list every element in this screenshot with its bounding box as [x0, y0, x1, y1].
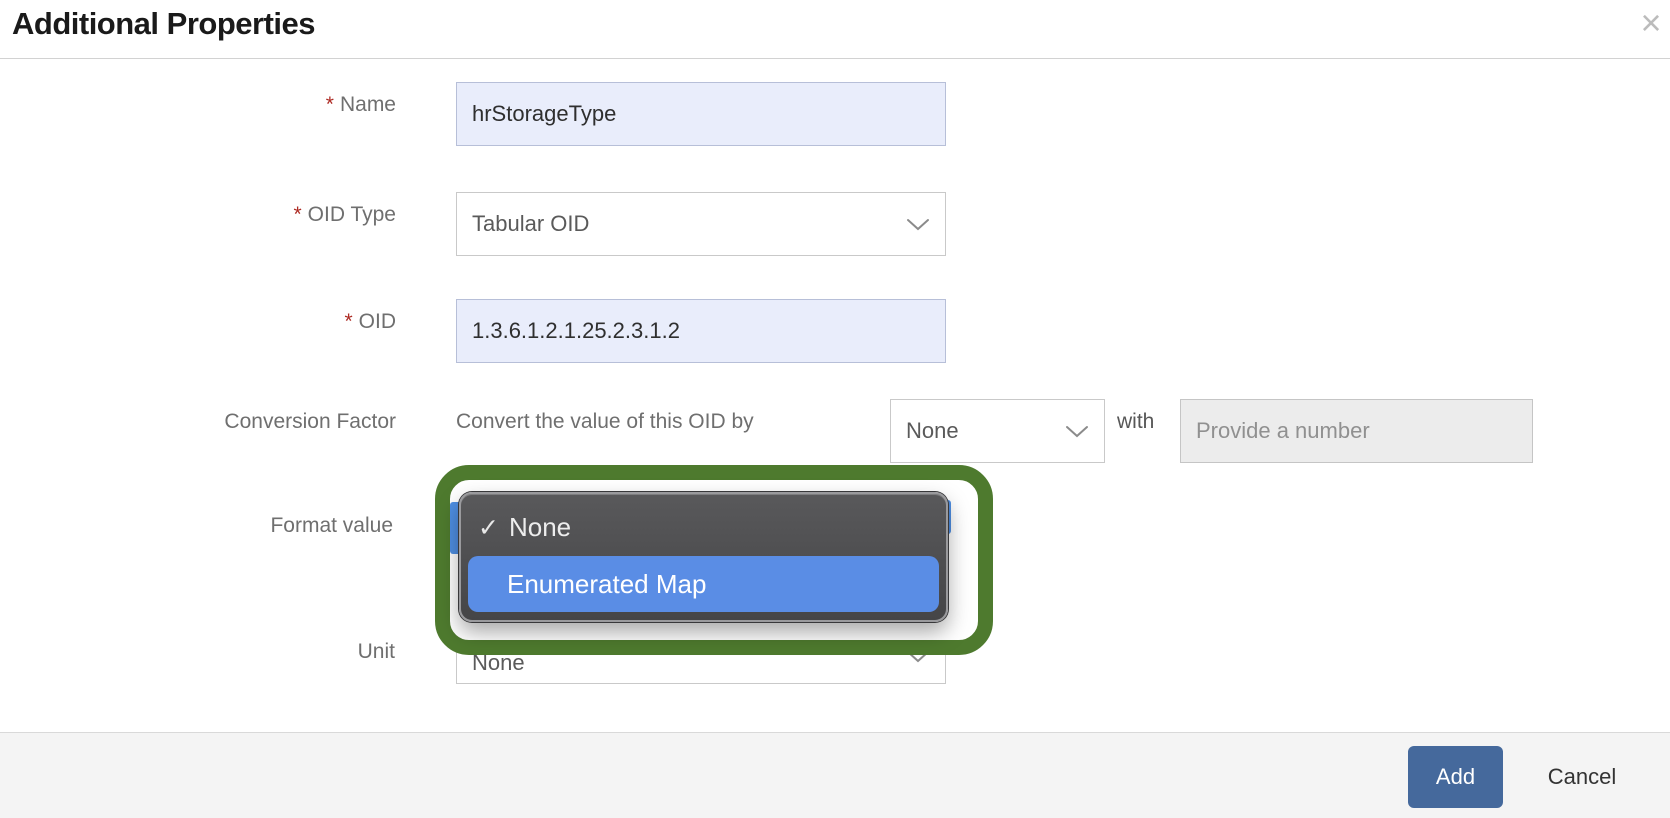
close-icon: × [1640, 2, 1662, 43]
add-button[interactable]: Add [1408, 746, 1503, 808]
conversion-helper-text: Convert the value of this OID by [456, 410, 754, 433]
dropdown-option-label: None [508, 512, 572, 542]
format-value-dropdown-popup: ✓ None Enumerated Map [459, 492, 948, 622]
conversion-number-input[interactable] [1180, 399, 1533, 463]
oid-type-label: * OID Type [293, 203, 396, 226]
oid-label: * OID [344, 310, 396, 333]
footer-divider [0, 732, 1670, 733]
required-marker: * [344, 310, 353, 333]
page-title: Additional Properties [12, 6, 315, 41]
required-marker: * [325, 93, 334, 116]
chevron-down-icon [906, 211, 930, 237]
check-icon: ✓ [478, 513, 499, 542]
unit-label: Unit [357, 640, 395, 663]
required-marker: * [293, 203, 302, 226]
header-divider [0, 58, 1670, 59]
conversion-factor-label: Conversion Factor [224, 410, 396, 433]
name-label: * Name [325, 93, 396, 116]
name-input[interactable] [456, 82, 946, 146]
dropdown-option-none[interactable]: ✓ None [461, 499, 946, 556]
with-label: with [1117, 410, 1155, 433]
conversion-operation-value: None [906, 418, 959, 443]
oid-input[interactable] [456, 299, 946, 363]
close-button[interactable]: × [1630, 2, 1670, 44]
chevron-down-icon [1065, 418, 1089, 444]
oid-type-select-value: Tabular OID [472, 211, 590, 236]
additional-properties-modal: Additional Properties × *Name *OID Type … [0, 0, 1670, 818]
cancel-button[interactable]: Cancel [1532, 746, 1632, 808]
format-value-label: Format value [270, 514, 393, 537]
dropdown-option-label: Enumerated Map [507, 568, 707, 599]
dropdown-option-enumerated-map[interactable]: Enumerated Map [468, 556, 939, 612]
oid-type-select[interactable]: Tabular OID [456, 192, 946, 256]
conversion-operation-select[interactable]: None [890, 399, 1105, 463]
